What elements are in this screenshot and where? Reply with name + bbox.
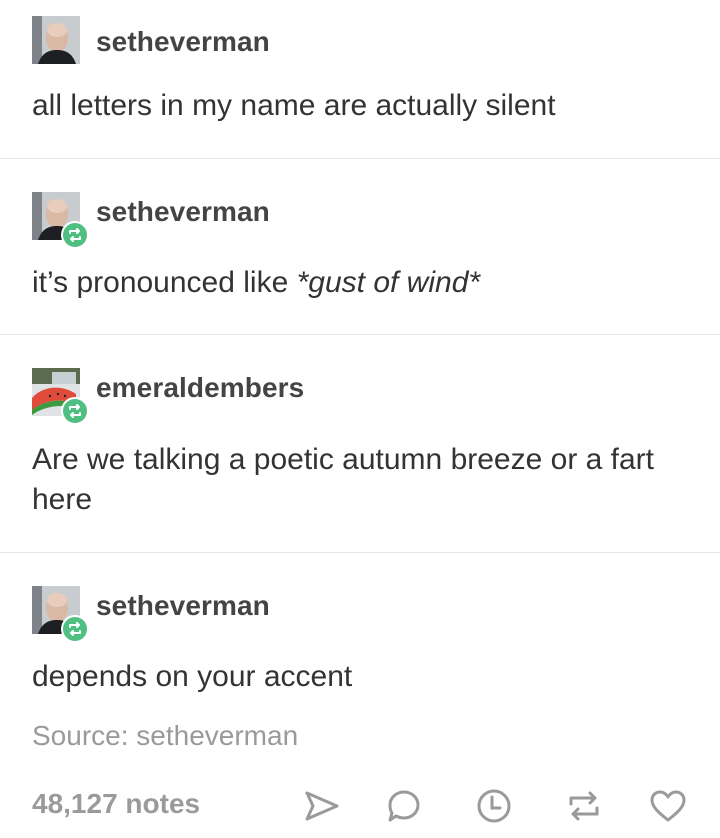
username[interactable]: setheverman <box>96 26 270 58</box>
avatar[interactable] <box>32 16 80 64</box>
reblog-badge-icon <box>61 397 89 425</box>
reblog-badge-icon <box>61 221 89 249</box>
username[interactable]: setheverman <box>96 590 270 622</box>
share-icon[interactable] <box>302 786 342 826</box>
post-text: it’s pronounced like *gust of wind* <box>32 263 672 303</box>
reblog-icon[interactable] <box>564 786 604 826</box>
reblog-badge-icon <box>61 615 89 643</box>
notes-count[interactable]: 48,127 notes <box>32 788 200 820</box>
bald-man-avatar-icon <box>32 16 80 64</box>
source-link[interactable]: Source: setheverman <box>32 720 298 752</box>
avatar[interactable] <box>32 192 89 249</box>
heart-icon[interactable] <box>648 786 688 826</box>
post-text: depends on your accent <box>32 660 353 693</box>
post-text: all letters in my name are actually sile… <box>32 89 556 122</box>
post-text-plain: it’s pronounced like <box>32 266 297 299</box>
avatar[interactable] <box>32 586 89 643</box>
divider <box>0 552 720 553</box>
username[interactable]: setheverman <box>96 196 270 228</box>
post-text: Are we talking a poetic autumn breeze or… <box>32 443 655 516</box>
username[interactable]: emeraldembers <box>96 372 304 404</box>
comment-icon[interactable] <box>384 786 424 826</box>
clock-icon[interactable] <box>474 786 514 826</box>
avatar[interactable] <box>32 368 89 425</box>
divider <box>0 334 720 335</box>
divider <box>0 158 720 159</box>
post-text-italic: *gust of wind* <box>296 266 481 299</box>
